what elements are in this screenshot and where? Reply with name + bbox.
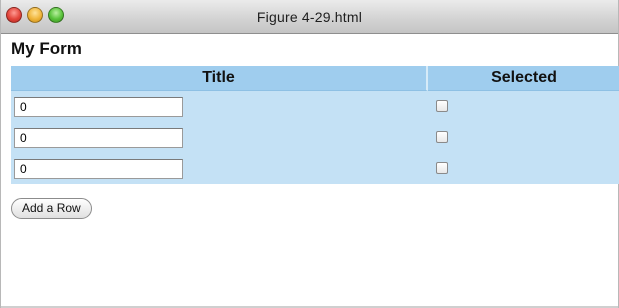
selected-checkbox[interactable] (436, 100, 448, 113)
form-heading: My Form (11, 39, 82, 58)
table-row (11, 153, 619, 184)
table-row (11, 91, 619, 122)
form-table: Title Selected (11, 66, 619, 184)
window-title: Figure 4-29.html (256, 9, 363, 25)
selected-cell (428, 153, 619, 184)
selected-checkbox[interactable] (436, 162, 448, 175)
title-cell (11, 122, 428, 153)
title-input[interactable] (14, 127, 183, 148)
title-input[interactable] (14, 158, 183, 179)
table-header-row: Title Selected (11, 66, 619, 91)
column-header-selected: Selected (428, 66, 619, 91)
selected-checkbox[interactable] (436, 131, 448, 144)
selected-cell (428, 122, 619, 153)
add-row-button[interactable]: Add a Row (11, 198, 92, 219)
title-input[interactable] (14, 96, 183, 117)
title-cell (11, 153, 428, 184)
column-header-title: Title (11, 66, 428, 91)
browser-window: Figure 4-29.html My Form Title Selected (0, 0, 619, 308)
title-bar[interactable]: Figure 4-29.html (1, 0, 618, 34)
title-cell (11, 91, 428, 122)
table-row (11, 122, 619, 153)
selected-cell (428, 91, 619, 122)
